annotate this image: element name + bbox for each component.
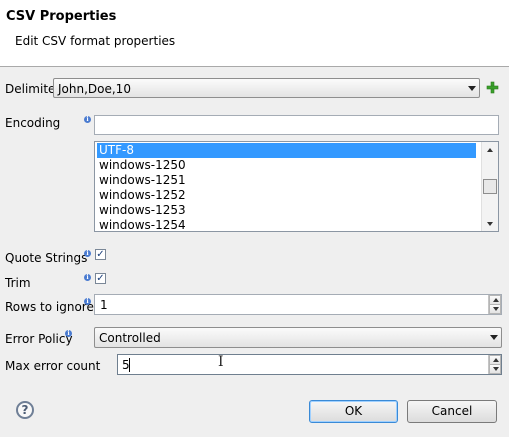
info-icon: i [84, 298, 91, 305]
rows-to-ignore-stepper[interactable]: 1 [94, 294, 502, 315]
dialog-header: CSV Properties Edit CSV format propertie… [0, 0, 509, 67]
info-icon: i [84, 274, 91, 281]
ok-button[interactable]: OK [309, 400, 398, 423]
error-policy-value: Controlled [99, 331, 161, 345]
info-icon: i [84, 116, 91, 123]
delimiter-value: John,Doe,10 [58, 82, 131, 96]
list-item[interactable]: windows-1253 [97, 203, 186, 218]
cancel-button[interactable]: Cancel [407, 400, 497, 423]
scroll-thumb[interactable] [483, 179, 497, 194]
error-policy-combo[interactable]: Controlled [94, 327, 502, 348]
encoding-label: Encoding [5, 116, 61, 130]
encoding-scrollbar[interactable] [481, 142, 498, 231]
scroll-down-icon[interactable] [487, 222, 493, 226]
plus-icon[interactable] [486, 81, 499, 94]
scroll-up-icon[interactable] [487, 148, 493, 152]
list-item[interactable]: UTF-8 [97, 143, 476, 158]
encoding-list[interactable]: UTF-8 windows-1250 windows-1251 windows-… [94, 141, 499, 232]
trim-checkbox[interactable]: ✓ [95, 273, 106, 284]
arrow-up-icon [493, 358, 499, 362]
error-policy-label: Error Policy [5, 332, 73, 346]
trim-label: Trim [5, 276, 31, 290]
chevron-down-icon [490, 335, 498, 340]
rows-to-ignore-label: Rows to ignore [5, 300, 94, 314]
encoding-filter-input[interactable] [94, 115, 499, 135]
chevron-down-icon [468, 86, 476, 91]
arrow-down-icon [493, 367, 499, 371]
max-error-count-label: Max error count [5, 359, 101, 373]
max-error-count-stepper[interactable]: 5 I [117, 354, 502, 375]
dialog-subtitle: Edit CSV format properties [15, 34, 176, 48]
arrow-up-icon [493, 298, 499, 302]
list-item[interactable]: windows-1252 [97, 188, 186, 203]
quote-strings-label: Quote Strings [5, 251, 88, 265]
quote-strings-checkbox[interactable]: ✓ [95, 249, 106, 260]
text-caret [129, 358, 130, 372]
help-icon[interactable]: ? [16, 401, 34, 419]
delimiter-combo[interactable]: John,Doe,10 [53, 78, 480, 98]
dialog-title: CSV Properties [6, 9, 117, 24]
list-item[interactable]: windows-1254 [97, 218, 186, 231]
info-icon: i [84, 250, 91, 257]
list-item[interactable]: windows-1251 [97, 173, 186, 188]
max-error-spinner[interactable] [488, 355, 502, 374]
list-item[interactable]: windows-1250 [97, 158, 186, 173]
decrement-button[interactable] [489, 364, 501, 374]
ibeam-cursor-icon: I [218, 354, 224, 370]
decrement-button[interactable] [489, 304, 501, 314]
arrow-down-icon [493, 307, 499, 311]
info-icon: i [65, 330, 72, 337]
rows-to-ignore-value: 1 [100, 298, 108, 312]
rows-spinner[interactable] [488, 295, 502, 314]
